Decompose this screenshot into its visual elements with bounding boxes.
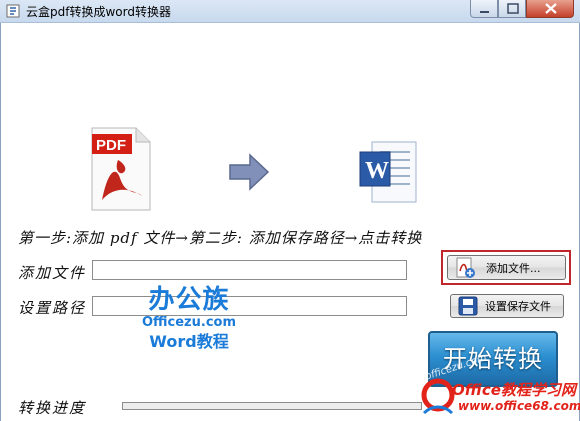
title-bar: 云盒pdf转换成word转换器 [0, 0, 580, 23]
office-logo-icon [421, 378, 455, 415]
close-button[interactable] [526, 0, 574, 18]
progress-bar [122, 402, 422, 410]
progress-label: 转换进度 [18, 399, 87, 417]
add-file-button-label: 添加文件... [486, 261, 541, 275]
app-icon [6, 4, 20, 18]
minimize-button[interactable] [470, 0, 498, 18]
site-watermark-title: Office教程学习网 [452, 381, 576, 399]
close-icon [545, 3, 557, 14]
set-save-file-button[interactable]: 设置保存文件 [450, 294, 564, 318]
brand-watermark: 办公族 Officezu.com Word教程 [134, 285, 244, 353]
file-path-input[interactable] [92, 260, 407, 280]
site-watermark-url: www.office68.com [458, 399, 580, 413]
pdf-label: PDF [96, 137, 126, 154]
add-document-icon [456, 257, 475, 278]
add-file-label: 添加文件 [18, 264, 87, 282]
minimize-icon [480, 11, 489, 13]
maximize-button[interactable] [498, 0, 526, 18]
save-settings-icon [458, 296, 478, 316]
arrow-right-icon [229, 153, 270, 191]
maximize-icon [507, 3, 519, 14]
brand-watermark-url: Officezu.com [141, 315, 236, 330]
pdf-file-icon: PDF [91, 127, 151, 211]
word-label: W [365, 158, 389, 184]
word-file-icon: W [359, 141, 417, 203]
brand-watermark-name: 办公族 [148, 285, 230, 315]
window-title: 云盒pdf转换成word转换器 [26, 5, 171, 19]
set-save-file-button-label: 设置保存文件 [485, 300, 551, 313]
add-file-button[interactable]: 添加文件... [447, 255, 566, 280]
brand-watermark-sub: Word教程 [149, 332, 229, 351]
set-path-label: 设置路径 [18, 299, 87, 317]
site-watermark: Office教程学习网 www.office68.com [418, 377, 580, 421]
steps-instruction: 第一步:添加 pdf 文件→第二步: 添加保存路径→点击转换 [18, 229, 423, 247]
